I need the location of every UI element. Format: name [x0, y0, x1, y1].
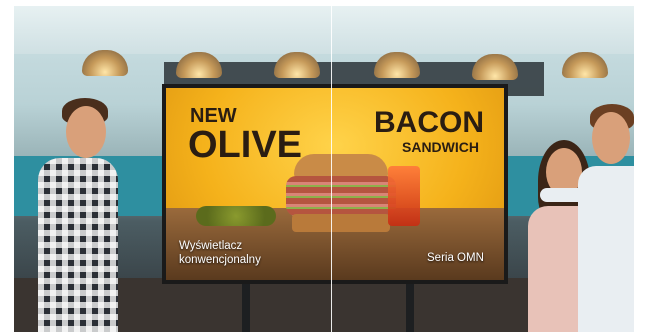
pendant-lamp-icon	[374, 52, 420, 78]
olive-bowl-icon	[196, 206, 276, 226]
pointing-arm	[540, 188, 588, 202]
man-right-person	[540, 104, 634, 332]
pendant-lamp-icon	[472, 54, 518, 80]
ad-headline-bacon: BACON	[374, 106, 484, 139]
restaurant-scene-photo: NEW OLIVE BACON SANDWICH	[14, 6, 634, 332]
ceiling	[14, 6, 634, 54]
display-stand-leg	[406, 276, 414, 332]
bread-top	[294, 154, 388, 178]
bread-bottom	[292, 214, 390, 232]
ad-headline-new: NEW	[190, 105, 237, 127]
man-left-person	[28, 98, 118, 332]
head	[66, 106, 106, 158]
label-conventional-display: Wyświetlacz konwencjonalny	[179, 240, 261, 266]
display-stand-leg	[242, 276, 250, 332]
head	[592, 112, 630, 164]
comparison-divider-line	[331, 0, 332, 334]
pendant-lamp-icon	[562, 52, 608, 78]
ad-headline-olive: OLIVE	[188, 124, 303, 166]
comparison-image: NEW OLIVE BACON SANDWICH Wyświetlacz kon…	[0, 0, 645, 334]
plaid-shirt	[38, 158, 118, 332]
ad-headline-sandwich: SANDWICH	[402, 139, 479, 155]
label-omn-series: Seria OMN	[427, 252, 484, 264]
drink-glass-icon	[388, 166, 420, 226]
pendant-lamp-icon	[274, 52, 320, 78]
pendant-lamp-icon	[176, 52, 222, 78]
sandwich-filling	[286, 176, 396, 216]
sandwich-icon	[286, 154, 396, 236]
